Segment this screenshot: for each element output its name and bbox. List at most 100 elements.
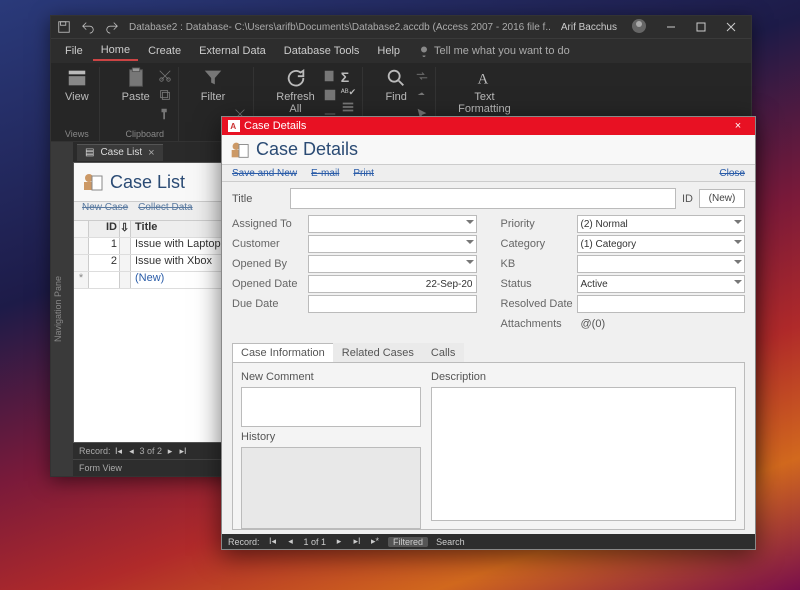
customer-label: Customer: [232, 238, 308, 250]
case-details-dialog: A Case Details × Case Details Save and N…: [221, 116, 756, 550]
opened-date-field[interactable]: 22-Sep-20: [308, 275, 477, 293]
prev-record-button[interactable]: ◂: [127, 446, 137, 457]
maximize-button[interactable]: [687, 17, 715, 37]
replace-icon[interactable]: [415, 69, 429, 86]
sort-desc-icon[interactable]: [233, 88, 247, 105]
dialog-status-bar: Record: I◂ ◂ 1 of 1 ▸ ▸I ▸* Filtered Sea…: [222, 534, 755, 549]
menu-file[interactable]: File: [57, 42, 91, 60]
menu-bar: File Home Create External Data Database …: [51, 38, 751, 63]
description-input[interactable]: [431, 387, 736, 521]
collect-data-link[interactable]: Collect Data: [138, 202, 192, 220]
close-button[interactable]: [717, 17, 745, 37]
dialog-titlebar: A Case Details ×: [222, 117, 755, 135]
access-icon: A: [228, 120, 240, 132]
dlg-first-button[interactable]: I◂: [268, 536, 278, 547]
opened-date-label: Opened Date: [232, 278, 308, 290]
dlg-new-button[interactable]: ▸*: [370, 536, 380, 547]
due-date-field[interactable]: [308, 295, 477, 313]
tab-related[interactable]: Related Cases: [333, 343, 423, 362]
spelling-icon[interactable]: ᴬᴮ✔: [341, 87, 356, 98]
resolved-label: Resolved Date: [501, 298, 577, 310]
undo-icon[interactable]: [81, 20, 95, 34]
views-caption: Views: [65, 129, 89, 139]
customer-combo[interactable]: [308, 235, 477, 253]
more-records-icon[interactable]: [341, 100, 356, 117]
navigation-pane-toggle[interactable]: Navigation Pane: [51, 142, 73, 476]
category-combo[interactable]: (1) Category: [577, 235, 746, 253]
tab-calls[interactable]: Calls: [422, 343, 464, 362]
filtered-badge[interactable]: Filtered: [388, 537, 428, 547]
redo-icon[interactable]: [105, 20, 119, 34]
new-comment-label: New Comment: [241, 371, 421, 383]
user-name[interactable]: Arif Bacchus: [561, 22, 617, 33]
kb-combo[interactable]: [577, 255, 746, 273]
case-details-icon: [228, 139, 250, 161]
id-label: ID: [682, 193, 693, 205]
format-painter-icon[interactable]: [158, 107, 172, 124]
menu-dbtools[interactable]: Database Tools: [276, 42, 368, 60]
dialog-title: Case Details: [244, 120, 306, 132]
kb-label: KB: [501, 258, 577, 270]
search-box[interactable]: Search: [436, 537, 465, 547]
history-label: History: [241, 431, 421, 443]
goto-icon[interactable]: [415, 88, 429, 105]
record-label: Record:: [79, 446, 111, 456]
dialog-form: Title ID (New) Assigned To Customer Open…: [222, 182, 755, 534]
save-record-icon[interactable]: [323, 88, 337, 105]
menu-home[interactable]: Home: [93, 41, 138, 61]
dlg-prev-button[interactable]: ◂: [286, 536, 296, 547]
copy-icon[interactable]: [158, 88, 172, 105]
first-record-button[interactable]: I◂: [114, 446, 124, 457]
save-and-new-link[interactable]: Save and New: [232, 168, 297, 179]
title-label: Title: [232, 193, 284, 205]
tell-me-label: Tell me what you want to do: [434, 45, 570, 57]
dlg-record-pos: 1 of 1: [304, 537, 327, 547]
svg-text:A: A: [478, 72, 489, 88]
tell-me[interactable]: Tell me what you want to do: [418, 45, 570, 57]
new-record-icon[interactable]: [323, 69, 337, 86]
priority-combo[interactable]: (2) Normal: [577, 215, 746, 233]
new-case-link[interactable]: New Case: [82, 202, 128, 220]
print-link[interactable]: Print: [353, 168, 374, 179]
category-label: Category: [501, 238, 577, 250]
text-format-button[interactable]: A Text Formatting: [454, 67, 515, 115]
resolved-field[interactable]: [577, 295, 746, 313]
minimize-button[interactable]: [657, 17, 685, 37]
email-link[interactable]: E-mail: [311, 168, 339, 179]
view-mode: Form View: [79, 463, 122, 473]
last-record-button[interactable]: ▸I: [178, 446, 188, 457]
close-link[interactable]: Close: [719, 168, 745, 179]
cut-icon[interactable]: [158, 69, 172, 86]
next-record-button[interactable]: ▸: [165, 446, 175, 457]
status-combo[interactable]: Active: [577, 275, 746, 293]
dialog-close-button[interactable]: ×: [721, 120, 755, 132]
status-label: Status: [501, 278, 577, 290]
attachments-value[interactable]: @(0): [577, 318, 606, 330]
save-icon[interactable]: [57, 20, 71, 34]
history-box: [241, 447, 421, 529]
new-comment-input[interactable]: [241, 387, 421, 427]
user-avatar-icon[interactable]: [631, 18, 647, 37]
view-button[interactable]: View: [61, 67, 93, 103]
sort-asc-icon[interactable]: [233, 69, 247, 86]
detail-tabs: Case Information Related Cases Calls: [232, 343, 745, 363]
id-value: (New): [699, 189, 745, 208]
priority-label: Priority: [501, 218, 577, 230]
tab-case-info[interactable]: Case Information: [232, 343, 334, 362]
menu-external[interactable]: External Data: [191, 42, 274, 60]
dlg-next-button[interactable]: ▸: [334, 536, 344, 547]
menu-create[interactable]: Create: [140, 42, 189, 60]
col-id[interactable]: ID: [89, 221, 120, 237]
menu-help[interactable]: Help: [369, 42, 408, 60]
paste-button[interactable]: Paste: [118, 67, 154, 124]
dlg-last-button[interactable]: ▸I: [352, 536, 362, 547]
title-input[interactable]: [290, 188, 676, 209]
svg-text:A: A: [230, 122, 236, 131]
record-pos: 3 of 2: [140, 446, 163, 456]
totals-icon[interactable]: Σ: [341, 69, 356, 85]
openedby-combo[interactable]: [308, 255, 477, 273]
close-tab-icon[interactable]: ×: [148, 147, 154, 159]
assigned-combo[interactable]: [308, 215, 477, 233]
tab-case-list[interactable]: ▤ Case List ×: [77, 144, 163, 161]
dlg-record-label: Record:: [228, 537, 260, 547]
